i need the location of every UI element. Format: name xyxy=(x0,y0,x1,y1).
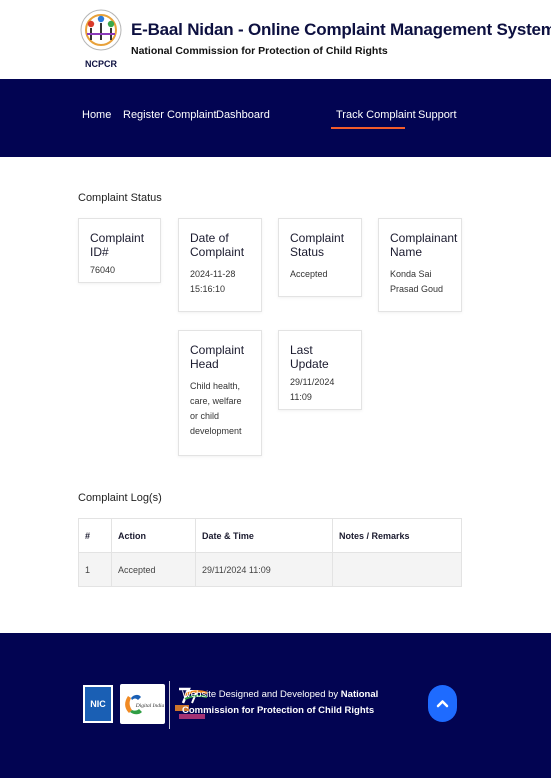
card-value: 76040 xyxy=(90,265,116,275)
table-header-row: # Action Date & Time Notes / Remarks xyxy=(78,518,462,553)
column-header-number: # xyxy=(78,518,112,553)
scroll-to-top-button[interactable] xyxy=(428,685,457,722)
card-value: Accepted xyxy=(290,269,328,279)
nav-register-complaint[interactable]: Register Complaint xyxy=(123,109,217,121)
complaint-status-card: Complaint Status Accepted xyxy=(278,218,362,297)
site-header: NCPCR E-Baal Nidan - Online Complaint Ma… xyxy=(0,0,551,79)
complaint-log-heading: Complaint Log(s) xyxy=(78,492,162,504)
card-value: 29/11/2024 11:09 xyxy=(290,377,335,402)
nav-dashboard[interactable]: Dashboard xyxy=(216,109,270,121)
nav-support[interactable]: Support xyxy=(418,109,457,121)
chevron-up-icon xyxy=(436,700,449,708)
complaint-head-card: Complaint Head Child health, care, welfa… xyxy=(178,330,262,456)
card-title: Date of Complaint xyxy=(190,231,245,259)
footer-credit-prefix: Website Designed and Developed by xyxy=(182,689,341,700)
cell-notes xyxy=(332,552,462,587)
cell-date-time: 29/11/2024 11:09 xyxy=(195,552,333,587)
footer-credit: Website Designed and Developed by Nation… xyxy=(182,687,412,719)
footer-divider xyxy=(169,681,170,729)
cell-number: 1 xyxy=(78,552,112,587)
card-title: Complaint ID# xyxy=(90,231,145,259)
ncpcr-logo[interactable]: NCPCR xyxy=(78,6,124,72)
card-value: Konda Sai Prasad Goud xyxy=(390,269,444,294)
card-value: 2024-11-28 15:16:10 xyxy=(190,269,236,294)
nic-logo[interactable]: NIC xyxy=(83,685,113,723)
date-of-complaint-card: Date of Complaint 2024-11-28 15:16:10 xyxy=(178,218,262,312)
logo-caption: NCPCR xyxy=(85,59,118,69)
column-header-date-time: Date & Time xyxy=(195,518,333,553)
cell-action: Accepted xyxy=(111,552,196,587)
card-value: Child health, care, welfare or child dev… xyxy=(190,381,242,436)
site-footer: NIC Digital India Website Designed and D… xyxy=(0,633,551,778)
main-navbar: Home Register Complaint Dashboard Track … xyxy=(0,79,551,157)
complaint-status-heading: Complaint Status xyxy=(78,192,162,204)
complaint-log-table: # Action Date & Time Notes / Remarks 1 A… xyxy=(78,518,462,587)
card-title: Complaint Status xyxy=(290,231,345,259)
digital-india-text: Digital India xyxy=(135,703,165,709)
complainant-name-card: Complainant Name Konda Sai Prasad Goud xyxy=(378,218,462,312)
nav-active-indicator xyxy=(331,127,405,129)
card-title: Complaint Head xyxy=(190,343,245,371)
nav-track-complaint[interactable]: Track Complaint xyxy=(336,109,416,121)
column-header-notes: Notes / Remarks xyxy=(332,518,462,553)
table-row: 1 Accepted 29/11/2024 11:09 xyxy=(78,552,462,587)
complaint-id-card: Complaint ID# 76040 xyxy=(78,218,161,283)
card-title: Last Update xyxy=(290,343,329,371)
site-subtitle: National Commission for Protection of Ch… xyxy=(131,45,388,57)
nav-home[interactable]: Home xyxy=(82,109,111,121)
card-title: Complainant Name xyxy=(390,231,458,259)
column-header-action: Action xyxy=(111,518,196,553)
site-title: E-Baal Nidan - Online Complaint Manageme… xyxy=(131,20,551,39)
digital-india-logo[interactable]: Digital India xyxy=(120,684,165,724)
last-update-card: Last Update 29/11/2024 11:09 xyxy=(278,330,362,410)
